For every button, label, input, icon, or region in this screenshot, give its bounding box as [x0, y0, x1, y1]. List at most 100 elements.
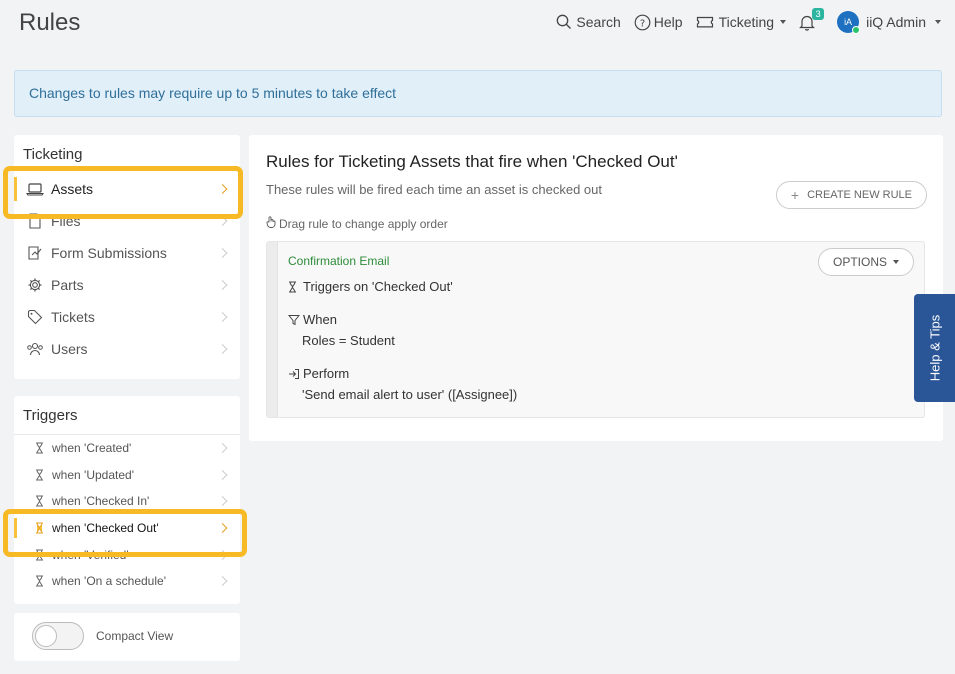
rule-perform-value: 'Send email alert to user' ([Assignee])	[302, 387, 518, 402]
trigger-item-on-a-schedule[interactable]: when ' On a schedule '	[14, 568, 240, 595]
trigger-name: Checked In	[86, 494, 148, 509]
user-menu[interactable]: iA iiQ Admin	[837, 11, 941, 34]
trigger-prefix: when '	[52, 574, 87, 589]
gear-icon	[26, 276, 44, 294]
rule-perform-label: Perform	[303, 366, 350, 381]
module-label: Ticketing	[718, 14, 775, 30]
create-new-rule-label: CREATE NEW RULE	[807, 189, 912, 201]
trigger-suffix: '	[156, 521, 159, 536]
chevron-right-icon	[217, 549, 228, 560]
hourglass-icon	[34, 495, 44, 507]
rule-when-label: When	[303, 312, 337, 327]
notifications-button[interactable]: 3	[799, 7, 825, 31]
rules-subtitle: These rules will be fired each time an a…	[266, 182, 603, 197]
options-label: OPTIONS	[832, 255, 887, 269]
sidebar-item-label: Parts	[51, 277, 84, 293]
chevron-right-icon	[217, 184, 228, 194]
help-tips-tab[interactable]: Help & Tips	[914, 294, 955, 402]
compact-view-panel: Compact View	[14, 613, 240, 661]
chevron-down-icon	[935, 20, 941, 24]
trigger-prefix: when '	[52, 441, 87, 456]
triggers-section-title: Triggers	[14, 396, 240, 435]
drag-hint-label: Drag rule to change apply order	[279, 216, 448, 231]
triggers-list: when ' Created ' when ' Updated ' when ' Chec…	[14, 435, 240, 595]
trigger-name: Updated	[86, 467, 132, 482]
trigger-item-created[interactable]: when ' Created '	[14, 435, 240, 462]
sidebar-item-tickets[interactable]: Tickets	[14, 301, 240, 333]
compact-view-toggle[interactable]	[32, 622, 84, 650]
trigger-item-updated[interactable]: when ' Updated '	[14, 462, 240, 489]
avatar: iA	[837, 11, 861, 34]
hourglass-icon	[34, 522, 44, 534]
chevron-right-icon	[217, 443, 228, 454]
trigger-name: Verified	[86, 547, 127, 562]
hand-pointer-icon	[266, 216, 276, 231]
hourglass-icon	[34, 469, 44, 481]
info-alert: Changes to rules may require up to 5 min…	[14, 70, 942, 117]
toggle-knob	[35, 625, 57, 647]
help-link[interactable]: ? Help	[634, 14, 683, 31]
sidebar-item-label: Files	[51, 213, 81, 229]
chevron-right-icon	[217, 496, 228, 507]
ticketing-sidebar: Ticketing Assets Files Form Submissions	[14, 135, 240, 379]
rule-card[interactable]: Confirmation Email OPTIONS Triggers on '…	[266, 241, 925, 418]
sidebar-item-label: Form Submissions	[51, 245, 167, 261]
trigger-prefix: when '	[52, 521, 87, 536]
trigger-suffix: '	[126, 547, 129, 562]
top-bar: Rules Search ? Help Ticketing 3 iA iiQ A…	[0, 0, 955, 48]
trigger-prefix: when '	[52, 494, 87, 509]
form-icon	[26, 244, 44, 262]
trigger-name: On a schedule	[86, 574, 164, 589]
sidebar-item-label: Users	[51, 341, 88, 357]
trigger-item-checked-in[interactable]: when ' Checked In '	[14, 488, 240, 515]
sidebar-list: Assets Files Form Submissions Parts Tick…	[14, 173, 240, 365]
rules-main-panel: Rules for Ticketing Assets that fire whe…	[249, 135, 943, 441]
rule-trigger-text: Triggers on 'Checked Out'	[303, 279, 453, 294]
hourglass-icon	[34, 575, 44, 587]
top-nav: Search ? Help Ticketing 3 iA iiQ Admin	[543, 7, 941, 34]
help-tips-label: Help & Tips	[927, 314, 942, 382]
chevron-right-icon	[217, 312, 228, 322]
sidebar-item-label: Tickets	[51, 309, 95, 325]
trigger-suffix: '	[147, 494, 150, 509]
create-new-rule-button[interactable]: + CREATE NEW RULE	[775, 181, 927, 209]
search-link[interactable]: Search	[556, 14, 621, 30]
hourglass-icon	[34, 549, 44, 561]
sidebar-item-assets[interactable]: Assets	[14, 173, 240, 205]
search-icon	[556, 14, 572, 30]
trigger-suffix: '	[131, 467, 134, 482]
chevron-right-icon	[217, 469, 228, 480]
compact-view-label: Compact View	[96, 629, 174, 643]
search-label: Search	[576, 14, 621, 30]
trigger-prefix: when '	[52, 547, 87, 562]
trigger-item-checked-out[interactable]: when ' Checked Out '	[14, 515, 240, 542]
plus-icon: +	[790, 187, 800, 203]
ticket-icon	[696, 15, 714, 29]
trigger-suffix: '	[163, 574, 166, 589]
trigger-name: Created	[86, 441, 130, 456]
chevron-right-icon	[217, 216, 228, 226]
drag-hint: Drag rule to change apply order	[266, 216, 448, 231]
user-name: iiQ Admin	[866, 14, 926, 30]
chevron-right-icon	[217, 576, 228, 587]
chevron-down-icon	[780, 20, 787, 24]
users-icon	[26, 340, 44, 358]
sidebar-item-label: Assets	[51, 181, 94, 197]
rule-name: Confirmation Email	[288, 254, 390, 268]
hourglass-icon	[288, 281, 300, 293]
svg-text:?: ?	[640, 18, 645, 29]
triggers-sidebar: Triggers when ' Created ' when ' Updated ' w…	[14, 396, 240, 604]
online-status-dot	[852, 26, 861, 34]
sign-in-icon	[288, 368, 300, 380]
sidebar-item-form-submissions[interactable]: Form Submissions	[14, 237, 240, 269]
sidebar-item-users[interactable]: Users	[14, 333, 240, 365]
rule-when: When	[288, 312, 337, 327]
module-dropdown[interactable]: Ticketing	[696, 14, 787, 30]
trigger-item-verified[interactable]: when ' Verified '	[14, 541, 240, 568]
sidebar-section-title: Ticketing	[23, 146, 83, 163]
options-button[interactable]: OPTIONS	[817, 248, 914, 276]
question-circle-icon: ?	[634, 14, 651, 31]
sidebar-item-parts[interactable]: Parts	[14, 269, 240, 301]
sidebar-item-files[interactable]: Files	[14, 205, 240, 237]
rule-perform: Perform	[288, 366, 349, 381]
